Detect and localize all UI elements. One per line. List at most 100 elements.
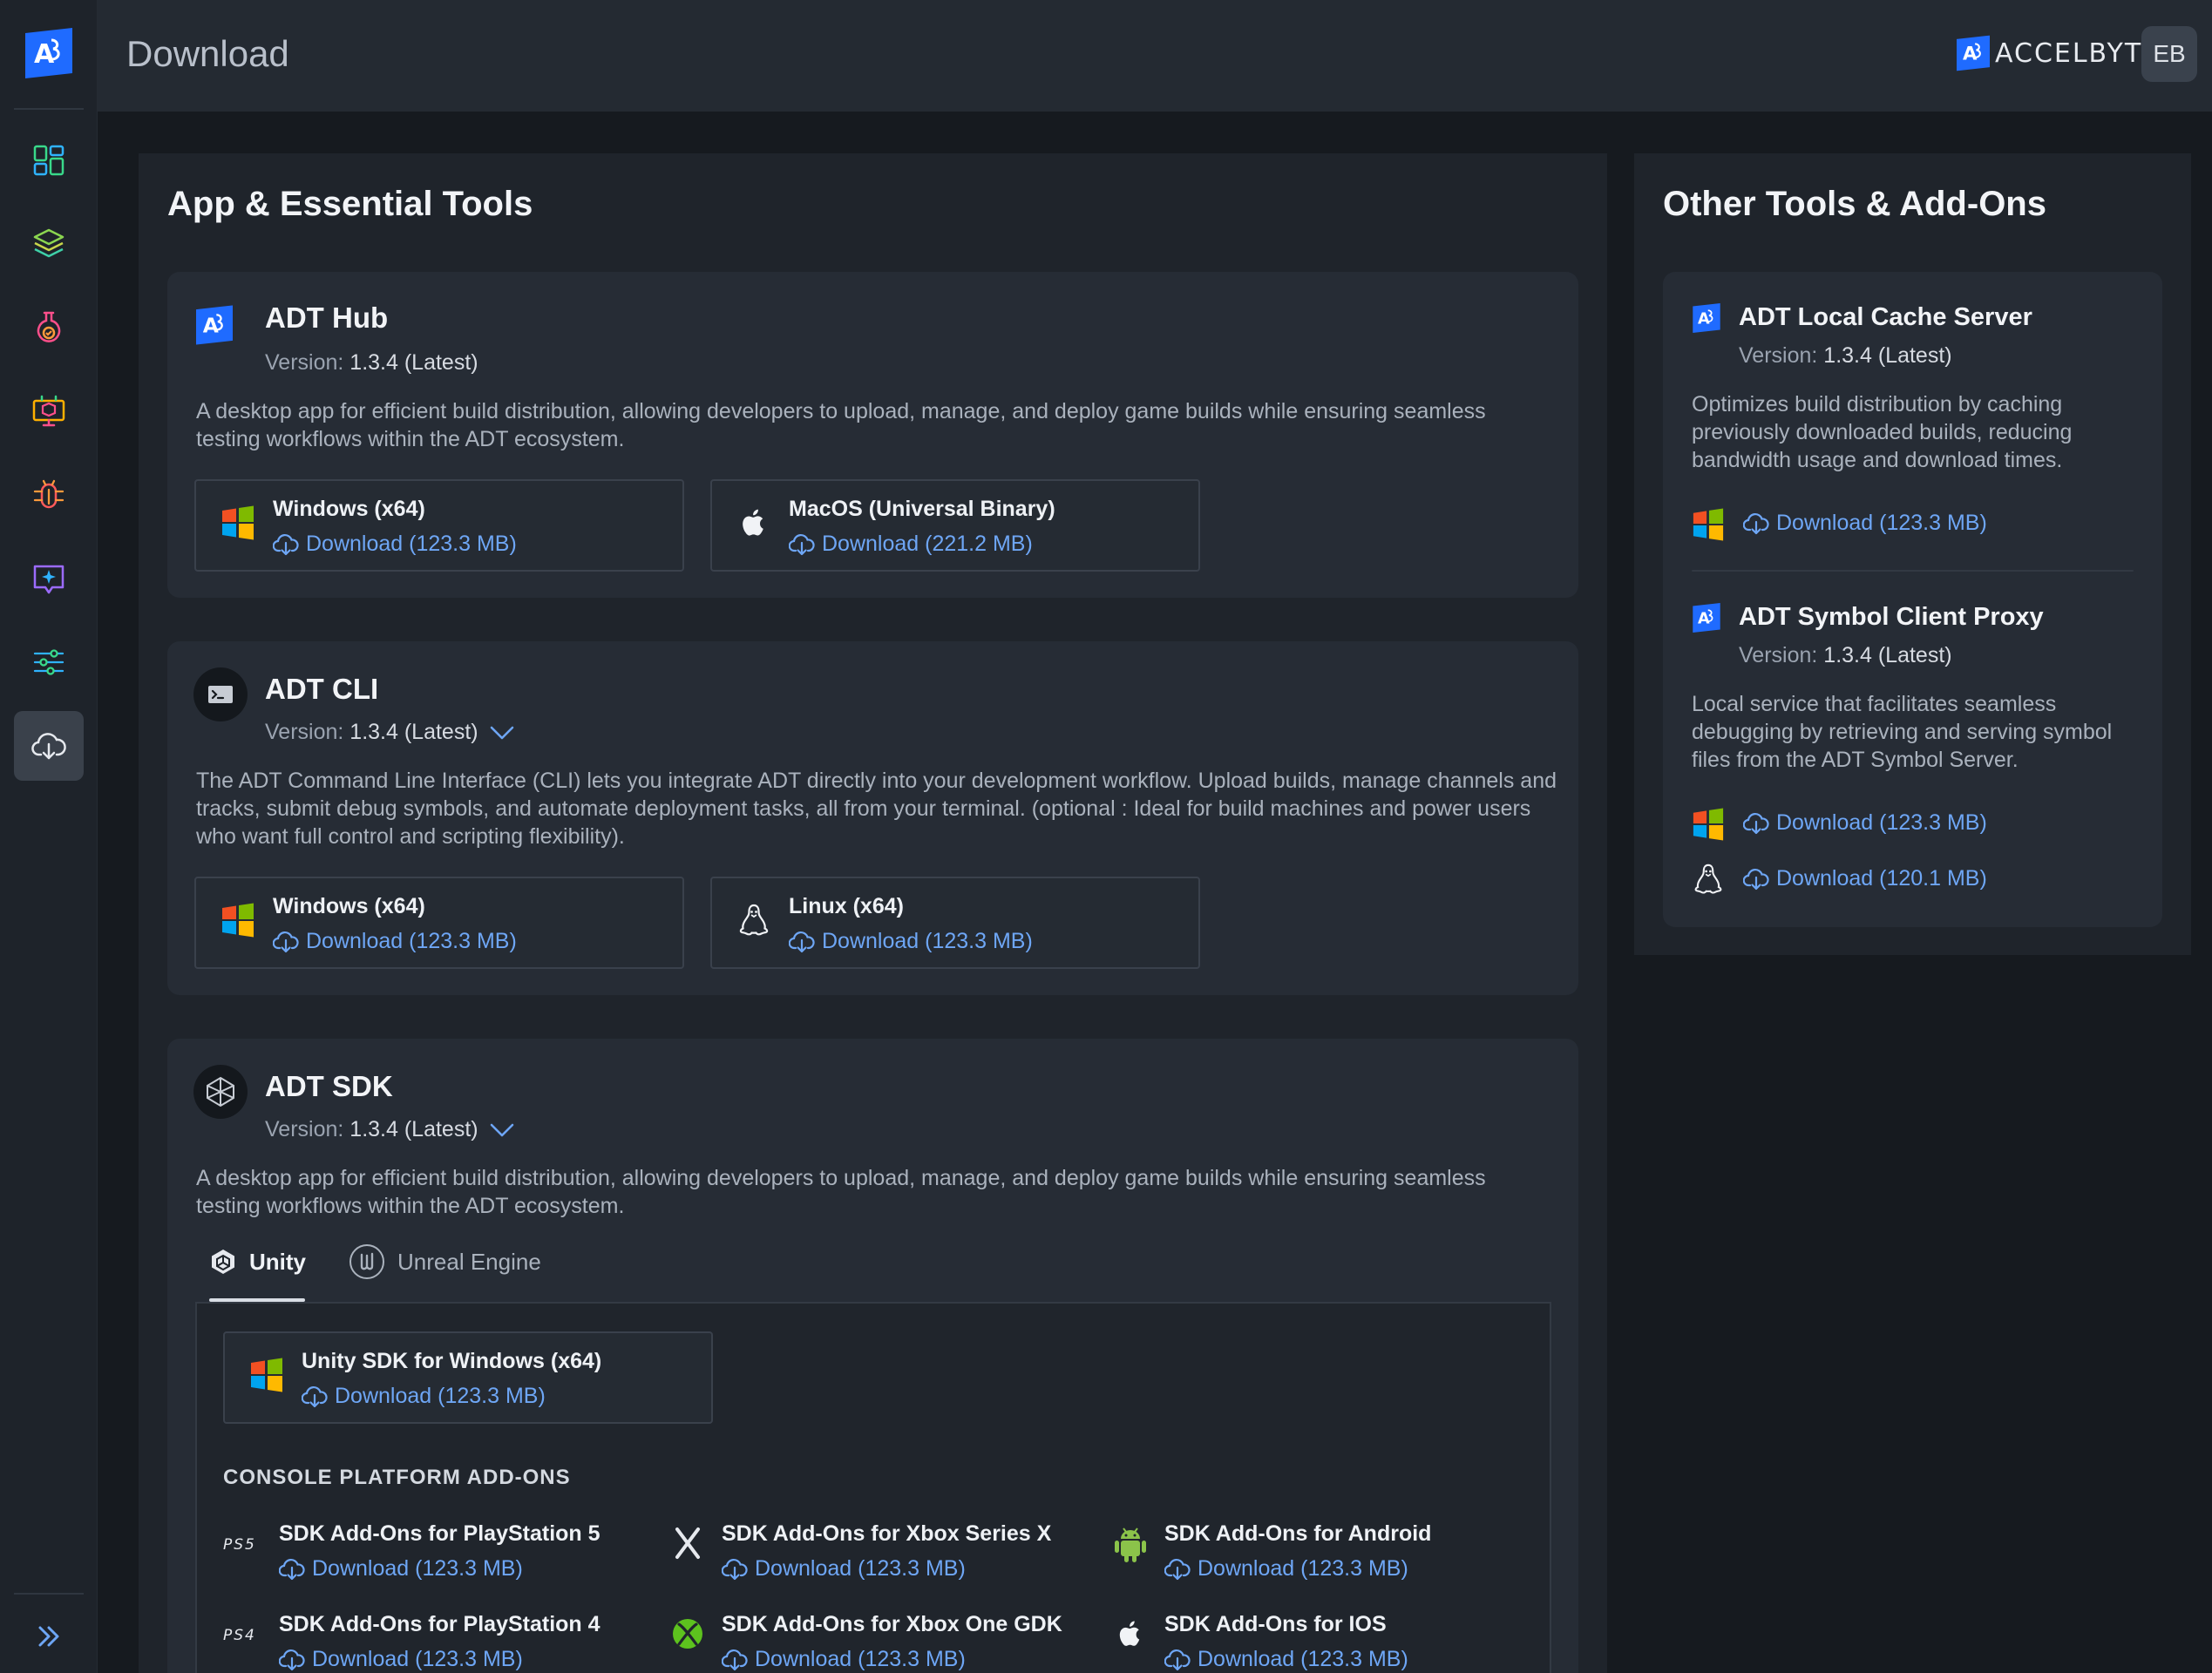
version-text: Version: 1.3.4 (Latest) [265, 350, 478, 375]
sidebar-item-layers[interactable] [14, 209, 84, 279]
brand-logo: ACCELBYTE [1957, 33, 2161, 73]
card-description: A desktop app for efficient build distri… [196, 399, 1486, 451]
addon-xbox-one-gdk: SDK Add-Ons for Xbox One GDK Download (1… [666, 1612, 1102, 1673]
sidebar-item-download[interactable] [14, 711, 84, 781]
expand-sidebar-icon[interactable] [31, 1622, 66, 1650]
tab-unity[interactable]: Unity [209, 1230, 306, 1293]
playstation4-icon: PS4 [223, 1612, 267, 1656]
sidebar-item-qa[interactable] [14, 293, 84, 362]
sidebar-item-builds[interactable] [14, 376, 84, 446]
addon-android: SDK Add-Ons for Android Download (123.3 … [1109, 1521, 1544, 1591]
windows-icon [221, 505, 255, 540]
tool-divider [1692, 570, 2134, 572]
cloud-download-icon [722, 1558, 748, 1581]
layers-icon [33, 228, 64, 258]
card-title: ADT Hub [265, 301, 389, 334]
sidebar-item-crash[interactable] [14, 460, 84, 530]
download-link[interactable]: Download (123.3 MB) [273, 929, 517, 954]
windows-icon [221, 903, 255, 938]
cloud-download-icon [789, 533, 815, 556]
download-option[interactable]: Windows (x64) Download (123.3 MB) [194, 479, 684, 572]
avatar[interactable]: EB [2141, 26, 2197, 82]
linux-icon [736, 903, 771, 938]
download-link[interactable]: Download (123.3 MB) [302, 1384, 546, 1409]
download-link[interactable]: Download (123.3 MB) [722, 1647, 966, 1672]
download-link[interactable]: Download (123.3 MB) [789, 929, 1033, 954]
tool-description: Local service that facilitates seamless d… [1692, 692, 2113, 772]
cloud-download-icon [302, 1385, 328, 1408]
sidebar-divider [14, 108, 84, 110]
download-option[interactable]: Unity SDK for Windows (x64) Download (12… [223, 1331, 713, 1424]
apple-icon [1109, 1612, 1152, 1656]
tool-description: Optimizes build distribution by caching p… [1692, 392, 2073, 472]
download-link[interactable]: Download (123.3 MB) [1743, 511, 1987, 536]
card-description: The ADT Command Line Interface (CLI) let… [196, 769, 1557, 849]
version-text: Version: 1.3.4 (Latest) [1739, 343, 1952, 368]
adt-symbol-proxy-icon [1692, 603, 1721, 633]
terminal-icon [193, 667, 248, 721]
accelbyte-brand-icon [1957, 35, 1990, 71]
tab-unreal-engine[interactable]: Unreal Engine [349, 1230, 541, 1293]
cloud-download-icon [273, 931, 299, 953]
download-link[interactable]: Download (123.3 MB) [1164, 1556, 1408, 1582]
cloud-download-icon [1164, 1649, 1191, 1671]
console-addons-label: CONSOLE PLATFORM ADD-ONS [223, 1466, 571, 1489]
adt-hub-icon [196, 305, 233, 345]
os-label: Windows (x64) [273, 497, 425, 521]
tool-title: ADT Local Cache Server [1739, 303, 2032, 331]
brand-name: ACCELBYTE [1995, 37, 2161, 69]
cloud-download-icon [279, 1649, 305, 1671]
playstation5-icon: PS5 [223, 1521, 267, 1565]
cloud-download-icon [722, 1649, 748, 1671]
unity-tab-panel: Unity SDK for Windows (x64) Download (12… [195, 1302, 1551, 1673]
chevron-down-icon [490, 1123, 514, 1137]
sidebar-item-dashboard[interactable] [14, 125, 84, 195]
xbox-series-x-icon [666, 1521, 709, 1565]
apple-icon [736, 505, 771, 540]
sliders-icon [33, 649, 64, 675]
download-link[interactable]: Download (123.3 MB) [1743, 810, 1987, 836]
accelbyte-logo-icon[interactable] [25, 28, 72, 78]
os-label: Windows (x64) [273, 894, 425, 918]
download-link[interactable]: Download (123.3 MB) [279, 1647, 523, 1672]
chevron-down-icon [490, 726, 514, 740]
download-link[interactable]: Download (221.2 MB) [789, 532, 1033, 557]
cloud-download-icon [1164, 1558, 1191, 1581]
addon-ps5: PS5 SDK Add-Ons for PlayStation 5 Downlo… [223, 1521, 600, 1582]
download-link[interactable]: Download (123.3 MB) [1164, 1647, 1408, 1672]
addon-ios: SDK Add-Ons for IOS Download (123.3 MB) [1109, 1612, 1544, 1673]
cloud-download-icon [1743, 812, 1769, 835]
download-link[interactable]: Download (123.3 MB) [279, 1556, 523, 1582]
cloud-download-icon [273, 533, 299, 556]
os-label: Unity SDK for Windows (x64) [302, 1349, 602, 1373]
windows-icon [249, 1358, 284, 1392]
unreal-engine-icon [349, 1244, 384, 1279]
version-selector[interactable]: Version: 1.3.4 (Latest) [265, 720, 514, 745]
sidebar-divider-bottom [14, 1593, 84, 1595]
flask-icon [37, 311, 61, 342]
top-header: Download ACCELBYTE EB [98, 0, 2212, 112]
sparkle-chat-icon [33, 565, 64, 594]
page-title: Download [126, 33, 289, 74]
panel-title: App & Essential Tools [167, 185, 533, 223]
tool-title: ADT Symbol Client Proxy [1739, 603, 2044, 631]
version-text: Version: 1.3.4 (Latest) [1739, 643, 1952, 667]
sidebar-item-settings[interactable] [14, 627, 84, 697]
svg-text:PS5: PS5 [223, 1536, 256, 1552]
version-selector[interactable]: Version: 1.3.4 (Latest) [265, 1117, 514, 1142]
download-link[interactable]: Download (123.3 MB) [722, 1556, 966, 1582]
dashboard-icon [33, 145, 64, 176]
download-link[interactable]: Download (120.1 MB) [1743, 866, 1987, 891]
download-link[interactable]: Download (123.3 MB) [273, 532, 517, 557]
windows-icon [1692, 508, 1725, 541]
cloud-download-icon [1743, 868, 1769, 891]
download-option[interactable]: Windows (x64) Download (123.3 MB) [194, 877, 684, 969]
addon-ps4: PS4 SDK Add-Ons for PlayStation 4 Downlo… [223, 1612, 600, 1672]
download-option[interactable]: Linux (x64) Download (123.3 MB) [710, 877, 1200, 969]
cloud-download-icon [789, 931, 815, 953]
download-option[interactable]: MacOS (Universal Binary) Download (221.2… [710, 479, 1200, 572]
card-title: ADT SDK [265, 1070, 393, 1102]
unity-icon [212, 1250, 234, 1274]
linux-icon [1692, 863, 1725, 896]
sidebar-item-ai[interactable] [14, 544, 84, 613]
